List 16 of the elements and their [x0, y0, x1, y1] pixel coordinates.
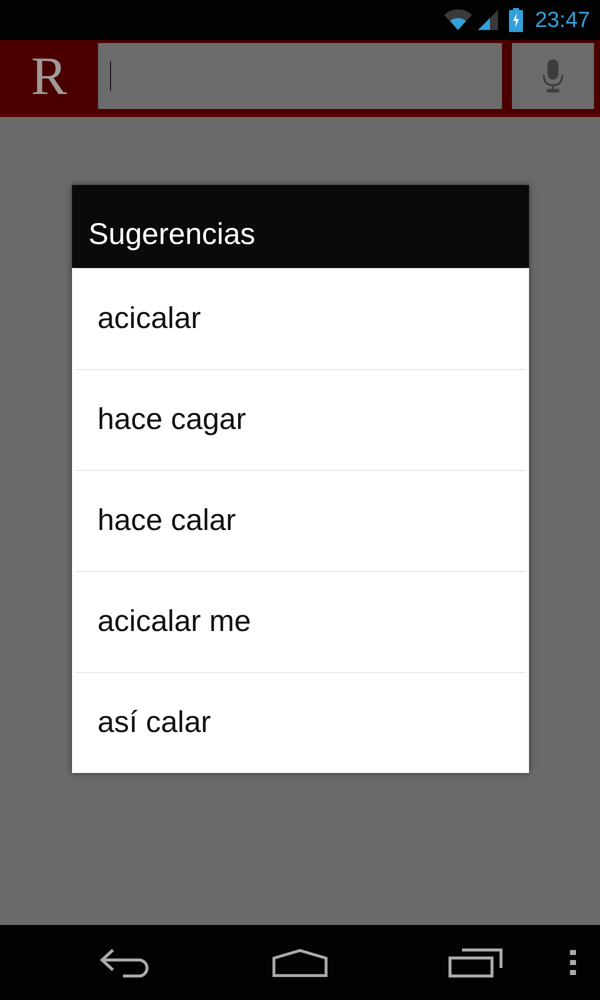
clock-time: 23:47: [534, 7, 590, 33]
recent-apps-icon[interactable]: [448, 948, 504, 978]
suggestion-item[interactable]: hace calar: [74, 470, 526, 571]
overflow-menu-icon[interactable]: [570, 950, 576, 976]
home-icon[interactable]: [272, 948, 328, 978]
app-logo: R: [30, 48, 68, 102]
battery-icon: [508, 8, 523, 32]
search-field[interactable]: [98, 42, 502, 108]
suggestion-item[interactable]: así calar: [74, 672, 526, 773]
microphone-icon: [542, 58, 564, 92]
dialog-title: Sugerencias: [88, 218, 256, 252]
suggestion-item[interactable]: hace cagar: [74, 369, 526, 470]
suggestion-item[interactable]: acicalar: [74, 268, 526, 369]
suggestion-item[interactable]: acicalar me: [74, 571, 526, 672]
signal-icon: [476, 9, 499, 31]
wifi-icon: [442, 9, 473, 31]
